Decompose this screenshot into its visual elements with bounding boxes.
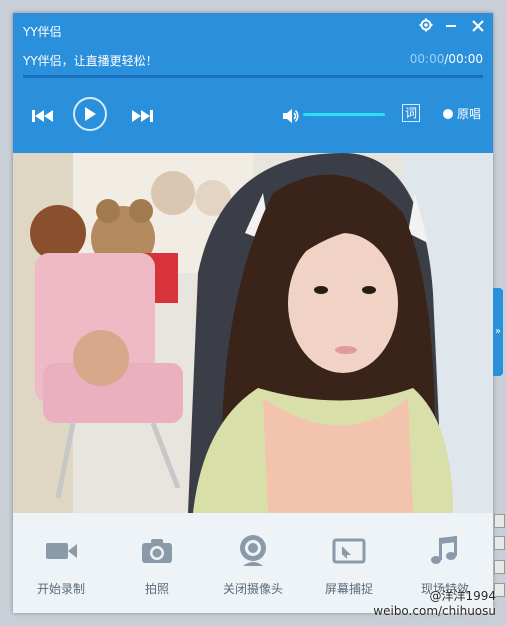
camera-preview <box>13 153 493 513</box>
volume-slider[interactable] <box>303 113 385 116</box>
previous-track-button[interactable] <box>29 99 57 133</box>
weibo-watermark: @洋洋1994 weibo.com/chihuosu <box>373 589 496 618</box>
time-display: 00:00/00:00 <box>410 52 483 66</box>
close-camera-label: 关闭摄像头 <box>222 582 283 596</box>
music-note-icon <box>431 536 457 564</box>
time-total: 00:00 <box>448 52 483 66</box>
play-button[interactable] <box>73 97 107 131</box>
close-icon[interactable] <box>467 17 489 39</box>
player-header: YY伴侣 YY伴侣，让直播更轻松！ 00:00/00:00 词 原唱 <box>13 13 493 153</box>
minimize-icon[interactable] <box>440 17 462 39</box>
yy-companion-window: YY伴侣 YY伴侣，让直播更轻松！ 00:00/00:00 词 原唱 开始录制 … <box>13 13 493 613</box>
original-vocal-radio[interactable] <box>443 109 453 119</box>
expand-panel-handle[interactable]: » <box>493 288 503 376</box>
take-photo-label: 拍照 <box>144 582 169 596</box>
screen-capture-icon <box>332 538 366 564</box>
next-icon <box>132 110 153 122</box>
next-track-button[interactable] <box>128 99 156 133</box>
take-photo-button[interactable]: 拍照 <box>109 513 205 613</box>
volume-button[interactable] <box>281 99 301 133</box>
settings-gear-icon[interactable] <box>415 17 437 39</box>
close-camera-button[interactable]: 关闭摄像头 <box>205 513 301 613</box>
playback-progress-bar[interactable] <box>23 75 483 78</box>
window-title: YY伴侣 <box>23 25 62 39</box>
speaker-icon <box>283 109 299 123</box>
video-camera-icon <box>46 543 77 559</box>
photo-camera-icon <box>142 539 172 563</box>
start-recording-button[interactable]: 开始录制 <box>13 513 109 613</box>
play-icon <box>85 107 96 121</box>
original-vocal-label: 原唱 <box>457 107 482 121</box>
previous-icon <box>32 110 53 122</box>
start-recording-label: 开始录制 <box>36 582 85 596</box>
now-playing-text: YY伴侣，让直播更轻松！ <box>23 54 158 68</box>
time-current: 00:00 <box>409 52 445 66</box>
lyrics-toggle-button[interactable]: 词 <box>402 104 420 122</box>
webcam-icon <box>240 535 266 566</box>
